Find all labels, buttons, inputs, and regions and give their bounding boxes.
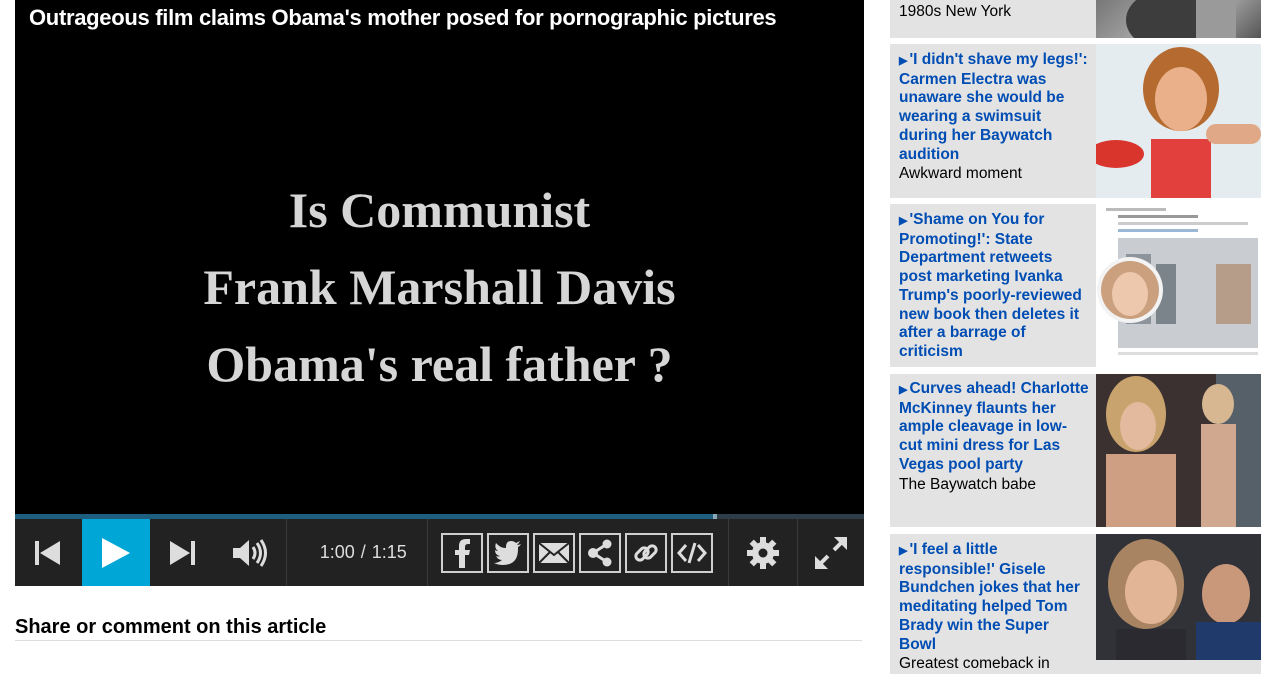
facebook-icon: [454, 538, 470, 568]
skip-back-button[interactable]: [15, 519, 82, 586]
time-display: 1:00 / 1:15: [287, 519, 427, 586]
item-headline[interactable]: 'Shame on You for Promoting!': State Dep…: [899, 211, 1082, 360]
skip-forward-button[interactable]: [150, 519, 215, 586]
twitter-share-button[interactable]: [486, 532, 529, 573]
thumbnail-art: [1126, 0, 1236, 38]
item-headline-link[interactable]: ▶ 'I feel a little responsible!' Gisele B…: [899, 541, 1089, 654]
divider: [15, 640, 862, 641]
thumbnail-image[interactable]: [1096, 0, 1261, 38]
video-player[interactable]: Outrageous film claims Obama's mother po…: [15, 0, 864, 586]
arrow-right-icon: ▶: [899, 215, 908, 227]
thumbnail-art: [1096, 44, 1261, 198]
play-button[interactable]: [81, 519, 150, 586]
embed-button[interactable]: [670, 532, 713, 573]
list-item[interactable]: ▶ Curves ahead! Charlotte McKinney flaunt…: [890, 374, 1261, 527]
total-time: 1:15: [371, 542, 407, 562]
thumbnail-image[interactable]: [1096, 204, 1261, 367]
item-caption: 1980s New York: [899, 3, 1012, 20]
slide-line: Obama's real father ?: [206, 336, 673, 392]
item-headline[interactable]: 'I feel a little responsible!' Gisele Bu…: [899, 541, 1080, 653]
volume-button[interactable]: [214, 519, 286, 586]
skip-back-icon: [35, 540, 61, 565]
item-caption: Greatest comeback in: [899, 655, 1050, 673]
slide-line: Frank Marshall Davis: [203, 259, 676, 315]
fullscreen-button[interactable]: [798, 519, 864, 586]
item-headline-link[interactable]: ▶ Curves ahead! Charlotte McKinney flaunt…: [899, 380, 1089, 475]
skip-forward-icon: [169, 540, 195, 565]
item-headline[interactable]: Curves ahead! Charlotte McKinney flaunts…: [899, 380, 1089, 473]
list-item[interactable]: ▶ 'Shame on You for Promoting!': State De…: [890, 204, 1261, 367]
play-icon: [101, 537, 130, 568]
slide-line: Is Communist: [288, 182, 591, 238]
email-icon: [537, 541, 570, 564]
video-frame-text: Is Communist Frank Marshall Davis Obama'…: [15, 172, 864, 403]
arrow-right-icon: ▶: [899, 384, 908, 396]
copy-link-button[interactable]: [624, 532, 667, 573]
share-button[interactable]: [578, 532, 621, 573]
item-caption: The Baywatch babe: [899, 475, 1037, 493]
thumbnail-art: [1096, 374, 1261, 527]
time-separator: /: [360, 542, 366, 562]
arrow-right-icon: ▶: [899, 545, 908, 557]
current-time: 1:00: [319, 542, 355, 562]
thumbnail-image[interactable]: [1096, 374, 1261, 527]
list-item[interactable]: ▶ 'I feel a little responsible!' Gisele B…: [890, 534, 1261, 674]
link-icon: [633, 543, 658, 562]
share-icon: [587, 539, 612, 566]
item-headline-link[interactable]: ▶ 'Shame on You for Promoting!': State De…: [899, 211, 1089, 362]
arrow-right-icon: ▶: [899, 55, 908, 67]
thumbnail-image[interactable]: [1096, 534, 1261, 660]
list-item[interactable]: ▶ 'I didn't shave my legs!': Carmen Elect…: [890, 44, 1261, 198]
share-buttons: [428, 519, 729, 586]
control-bar: 1:00 / 1:15: [15, 519, 864, 586]
settings-button[interactable]: [729, 519, 797, 586]
facebook-share-button[interactable]: [440, 532, 483, 573]
twitter-icon: [493, 540, 521, 565]
volume-icon: [233, 538, 268, 567]
thumbnail-art: [1096, 534, 1261, 660]
item-caption: Awkward moment: [899, 165, 1022, 183]
email-share-button[interactable]: [532, 532, 575, 573]
share-section-heading: Share or comment on this article: [15, 616, 327, 638]
list-item[interactable]: 1980s New York: [890, 0, 1261, 38]
related-sidebar: 1980s New York ▶ 'I didn't shave my legs!…: [890, 0, 1261, 674]
thumbnail-image[interactable]: [1096, 44, 1261, 198]
gear-icon: [747, 536, 780, 569]
item-headline-link[interactable]: ▶ 'I didn't shave my legs!': Carmen Elect…: [899, 51, 1089, 164]
fullscreen-icon: [815, 536, 848, 569]
embed-icon: [676, 542, 707, 563]
thumbnail-art: [1096, 204, 1261, 367]
video-title: Outrageous film claims Obama's mother po…: [29, 5, 777, 30]
item-headline[interactable]: 'I didn't shave my legs!': Carmen Electr…: [899, 51, 1088, 163]
